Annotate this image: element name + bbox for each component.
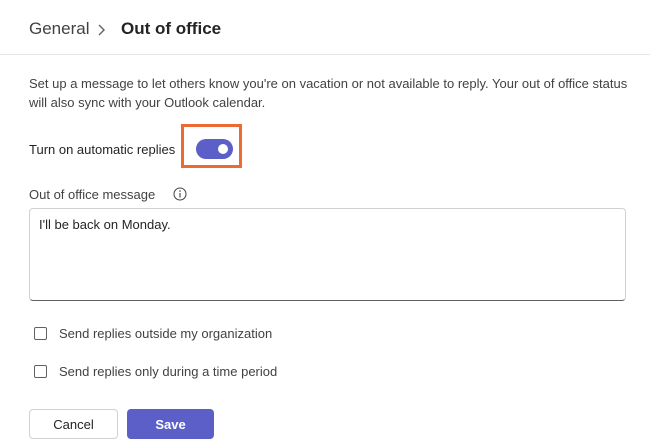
page-title: Out of office bbox=[121, 19, 222, 38]
out-of-office-page: General Out of office Set up a message t… bbox=[0, 0, 650, 445]
header: General Out of office bbox=[0, 0, 650, 55]
cancel-button[interactable]: Cancel bbox=[29, 409, 118, 439]
automatic-replies-label: Turn on automatic replies bbox=[29, 142, 176, 157]
message-label: Out of office message bbox=[29, 187, 156, 202]
chevron-right-icon bbox=[98, 24, 105, 36]
description-text: Set up a message to let others know you'… bbox=[29, 76, 628, 110]
time-period-label: Send replies only during a time period bbox=[59, 363, 278, 379]
outside-org-label: Send replies outside my organization bbox=[59, 325, 273, 341]
message-textarea[interactable]: I'll be back on Monday. bbox=[29, 208, 626, 301]
outside-org-checkbox[interactable] bbox=[34, 326, 47, 340]
breadcrumb-general[interactable]: General bbox=[29, 19, 89, 39]
time-period-checkbox[interactable] bbox=[34, 364, 47, 378]
toggle-knob bbox=[218, 144, 228, 154]
automatic-replies-toggle[interactable] bbox=[196, 139, 233, 159]
option-outside-org[interactable]: Send replies outside my organization bbox=[34, 325, 272, 341]
save-button[interactable]: Save bbox=[127, 409, 214, 439]
option-time-period[interactable]: Send replies only during a time period bbox=[34, 363, 277, 379]
info-icon[interactable] bbox=[173, 187, 187, 201]
